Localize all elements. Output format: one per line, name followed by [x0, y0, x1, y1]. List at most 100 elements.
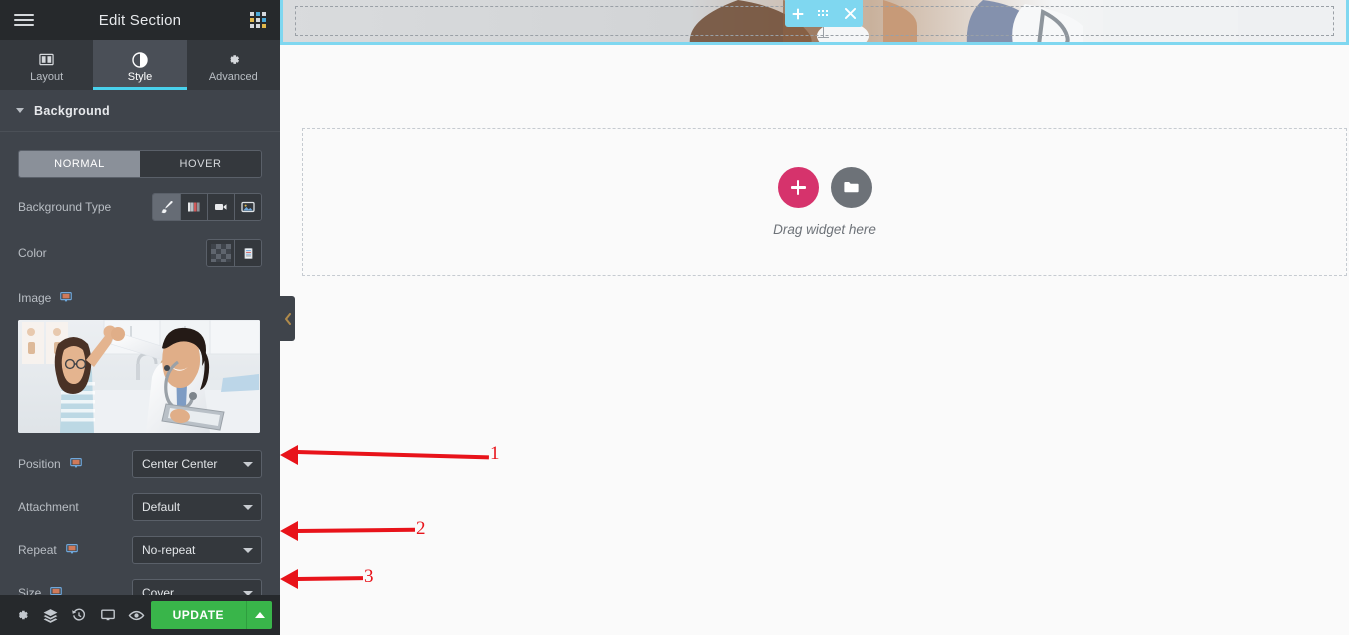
- dropzone-label: Drag widget here: [773, 222, 876, 237]
- tab-style[interactable]: Style: [93, 40, 187, 90]
- elementor-editor: Edit Section Layout Style Advanced Backg…: [0, 0, 1349, 635]
- repeat-label: Repeat: [18, 543, 57, 557]
- chevron-down-icon: [243, 462, 253, 467]
- row-background-type: Background Type: [18, 190, 262, 224]
- image-label: Image: [18, 291, 52, 305]
- chevron-up-icon: [254, 612, 265, 618]
- desktop-icon[interactable]: [69, 456, 83, 473]
- contrast-icon: [132, 51, 148, 68]
- video-icon[interactable]: [207, 194, 234, 220]
- settings-gear-icon[interactable]: [8, 595, 37, 635]
- section-toolbar: [785, 0, 863, 27]
- update-options-button[interactable]: [246, 601, 273, 629]
- responsive-monitor-icon[interactable]: [94, 595, 123, 635]
- palette-icon[interactable]: [234, 240, 261, 266]
- annotation-3-arrowhead: [280, 569, 298, 589]
- plus-icon[interactable]: [792, 8, 804, 20]
- row-repeat: Repeat No-repeat: [18, 533, 262, 567]
- annotation-3-line: [296, 576, 364, 581]
- color-swatch[interactable]: [207, 240, 234, 266]
- columns-icon: [39, 52, 54, 68]
- position-label-wrap: Position: [18, 456, 128, 473]
- annotation-3: 3: [280, 560, 395, 594]
- chevron-down-icon: [243, 591, 253, 595]
- tab-layout[interactable]: Layout: [0, 40, 93, 90]
- widgets-grid-icon[interactable]: [250, 12, 266, 28]
- size-label-wrap: Size: [18, 585, 128, 595]
- annotation-1: 1: [280, 438, 520, 472]
- position-value: Center Center: [142, 457, 218, 471]
- tab-advanced[interactable]: Advanced: [187, 40, 280, 90]
- preview-eye-icon[interactable]: [122, 595, 151, 635]
- image-label-wrap: Image: [18, 290, 128, 307]
- panel-footer: UPDATE: [0, 595, 280, 635]
- tab-style-label: Style: [127, 70, 153, 83]
- panel-body: NORMAL HOVER Background Type Color Image…: [0, 132, 280, 595]
- position-label: Position: [18, 457, 61, 471]
- repeat-label-wrap: Repeat: [18, 542, 128, 559]
- drag-dots-icon[interactable]: [818, 9, 831, 19]
- background-type-buttons: [152, 193, 262, 221]
- panel-collapse-tab[interactable]: [280, 296, 295, 341]
- close-x-icon[interactable]: [845, 8, 856, 19]
- annotation-2-line: [296, 527, 416, 533]
- add-widget-button[interactable]: [777, 167, 819, 208]
- size-value: Cover: [142, 586, 175, 595]
- annotation-2: 2: [280, 512, 445, 546]
- widget-dropzone[interactable]: Drag widget here: [302, 128, 1347, 276]
- annotation-1-number: 1: [490, 443, 500, 464]
- row-position: Position Center Center: [18, 447, 262, 481]
- row-size: Size Cover: [18, 576, 262, 595]
- row-image: Image: [18, 286, 262, 310]
- add-template-button[interactable]: [830, 167, 872, 208]
- folder-icon: [843, 181, 859, 193]
- thumbnail-illustration: [18, 320, 260, 433]
- row-attachment: Attachment Default: [18, 490, 262, 524]
- position-select[interactable]: Center Center: [132, 450, 262, 478]
- section-handle-stem: [818, 27, 829, 38]
- editor-canvas: Drag widget here 1 2 3: [280, 0, 1349, 635]
- background-section-title: Background: [34, 103, 110, 118]
- tab-advanced-label: Advanced: [208, 70, 258, 83]
- tab-layout-label: Layout: [30, 70, 64, 83]
- state-normal[interactable]: NORMAL: [19, 151, 140, 177]
- classic-brush-icon[interactable]: [153, 194, 180, 220]
- annotation-2-number: 2: [416, 518, 426, 539]
- gradient-icon[interactable]: [180, 194, 207, 220]
- row-color: Color: [18, 236, 262, 270]
- slideshow-icon[interactable]: [234, 194, 261, 220]
- size-label: Size: [18, 586, 42, 595]
- attachment-select[interactable]: Default: [132, 493, 262, 521]
- color-label: Color: [18, 246, 47, 260]
- hamburger-menu-icon[interactable]: [14, 14, 34, 26]
- history-clock-icon[interactable]: [65, 595, 94, 635]
- background-image-thumbnail[interactable]: [18, 320, 260, 433]
- desktop-icon[interactable]: [49, 585, 63, 595]
- annotation-2-arrowhead: [280, 521, 298, 541]
- desktop-icon[interactable]: [65, 542, 79, 559]
- chevron-down-icon: [243, 548, 253, 553]
- chevron-down-icon: [243, 505, 253, 510]
- navigator-layers-icon[interactable]: [37, 595, 66, 635]
- state-switcher: NORMAL HOVER: [18, 150, 262, 178]
- annotation-1-arrowhead: [280, 445, 298, 465]
- attachment-label: Attachment: [18, 500, 79, 514]
- gear-icon: [226, 52, 241, 68]
- panel-tabs: Layout Style Advanced: [0, 40, 280, 90]
- update-group: UPDATE: [150, 601, 273, 629]
- editor-panel: Edit Section Layout Style Advanced Backg…: [0, 0, 280, 635]
- update-button[interactable]: UPDATE: [150, 601, 247, 629]
- background-section-header[interactable]: Background: [0, 90, 280, 132]
- attachment-label-wrap: Attachment: [18, 500, 128, 514]
- state-hover[interactable]: HOVER: [140, 151, 261, 177]
- color-buttons: [206, 239, 262, 267]
- attachment-value: Default: [142, 500, 181, 514]
- transparent-checker-icon: [210, 244, 231, 262]
- panel-title: Edit Section: [98, 11, 182, 29]
- repeat-select[interactable]: No-repeat: [132, 536, 262, 564]
- desktop-icon[interactable]: [59, 290, 73, 307]
- chevron-down-icon: [16, 108, 24, 113]
- repeat-value: No-repeat: [142, 543, 196, 557]
- size-select[interactable]: Cover: [132, 579, 262, 595]
- background-type-label: Background Type: [18, 200, 112, 214]
